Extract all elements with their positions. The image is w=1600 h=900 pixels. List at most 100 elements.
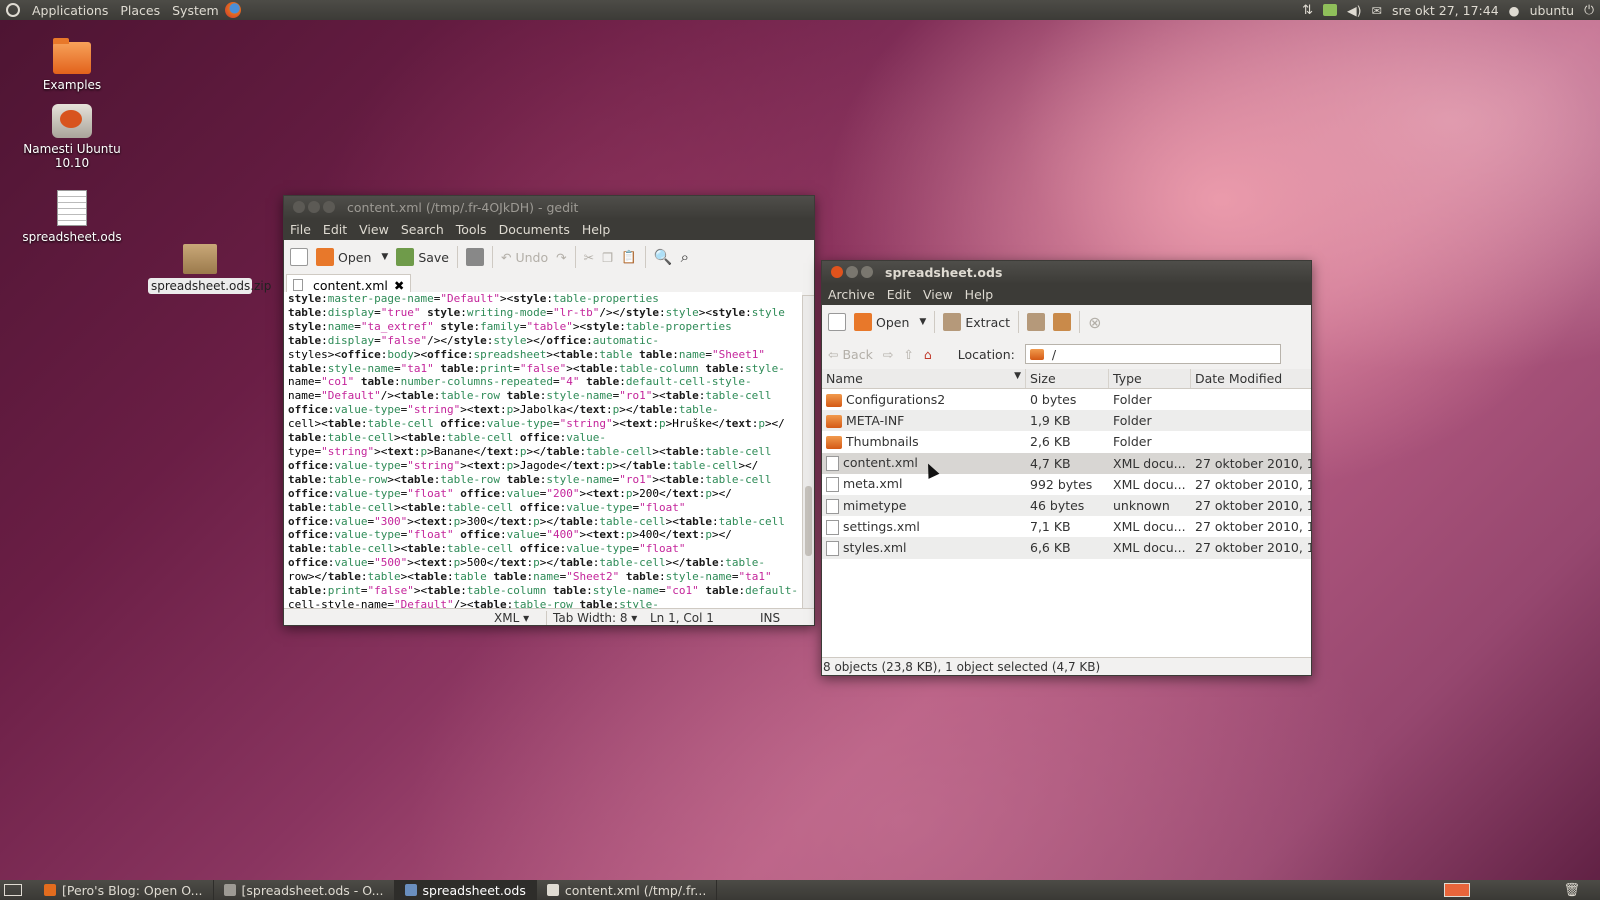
add-folder-icon[interactable] — [1053, 313, 1072, 331]
folder-icon — [53, 38, 91, 74]
menu-help[interactable]: Help — [959, 287, 1000, 302]
column-date[interactable]: Date Modified — [1191, 369, 1311, 388]
file-row[interactable]: styles.xml 6,6 KB XML docu... 27 oktober 20… — [822, 537, 1311, 559]
editor-line: name="co1" table:number-columns-repeated… — [288, 375, 752, 389]
vertical-scrollbar[interactable] — [802, 296, 814, 608]
cut-icon[interactable]: ✂ — [584, 250, 594, 265]
file-row[interactable]: META-INF 1,9 KB Folder — [822, 410, 1311, 432]
scrollbar-thumb[interactable] — [805, 486, 812, 556]
forward-arrow-icon[interactable]: ⇨ — [883, 347, 893, 362]
column-size[interactable]: Size — [1026, 369, 1109, 388]
document-icon — [826, 477, 839, 493]
ubuntu-logo-icon[interactable] — [6, 3, 20, 17]
chevron-down-icon[interactable]: ▼ — [381, 252, 388, 262]
gedit-toolbar: Open ▼ Save ↶ Undo ↷ ✂ ❐ 📋 🔍 ⌕ — [284, 240, 814, 274]
menu-view[interactable]: View — [917, 287, 959, 302]
firefox-icon[interactable] — [224, 2, 241, 18]
desktop-icon-spreadsheet[interactable]: spreadsheet.ods — [17, 190, 127, 244]
new-document-icon[interactable] — [290, 248, 308, 266]
file-row[interactable]: content.xml 4,7 KB XML docu... 27 oktober 2… — [822, 452, 1311, 474]
maximize-icon[interactable] — [323, 201, 335, 213]
back-arrow-icon: ⇦ — [828, 346, 839, 362]
tab-width-selector[interactable]: Tab Width: 8 ▾ — [546, 610, 640, 625]
home-icon[interactable]: ⌂ — [924, 347, 932, 362]
minimize-icon[interactable] — [308, 201, 320, 213]
print-icon[interactable] — [466, 248, 484, 266]
replace-icon[interactable]: ⌕ — [681, 248, 689, 266]
gedit-titlebar[interactable]: content.xml (/tmp/.fr-4OJkDH) - gedit — [284, 196, 814, 218]
close-icon[interactable] — [293, 201, 305, 213]
network-icon[interactable]: ⇅ — [1302, 3, 1313, 18]
editor-area: style:master-page-name="Default"><style:… — [284, 292, 814, 608]
column-type[interactable]: Type — [1109, 369, 1191, 388]
text-editor[interactable]: style:master-page-name="Default"><style:… — [284, 292, 802, 608]
user-menu[interactable]: ubuntu — [1530, 3, 1575, 18]
volume-icon[interactable]: ◀) — [1347, 3, 1362, 18]
redo-icon[interactable]: ↷ — [556, 250, 566, 265]
extract-button[interactable]: Extract — [943, 313, 1010, 331]
close-tab-icon[interactable]: ✖ — [394, 278, 404, 293]
location-input[interactable]: / — [1024, 344, 1281, 364]
open-button[interactable]: Open ▼ — [854, 313, 926, 331]
file-row[interactable]: Configurations2 0 bytes Folder — [822, 389, 1311, 410]
open-button[interactable]: Open ▼ — [316, 248, 388, 266]
menu-edit[interactable]: Edit — [317, 222, 353, 237]
menu-view[interactable]: View — [353, 222, 395, 237]
up-arrow-icon[interactable]: ⇧ — [903, 347, 913, 362]
chevron-down-icon[interactable]: ▼ — [919, 317, 926, 327]
save-button[interactable]: Save — [396, 248, 449, 266]
menu-applications[interactable]: Applications — [26, 3, 114, 18]
stop-icon[interactable]: ⊗ — [1088, 313, 1101, 332]
workspace-switcher[interactable] — [1444, 883, 1470, 897]
firefox-icon — [44, 884, 56, 896]
search-icon[interactable]: 🔍 — [654, 248, 673, 266]
file-row[interactable]: Thumbnails 2,6 KB Folder — [822, 431, 1311, 452]
power-icon[interactable]: ⏻ — [1584, 2, 1594, 18]
minimize-icon[interactable] — [846, 266, 858, 278]
user-icon: ● — [1508, 2, 1520, 18]
gedit-statusbar: XML ▾ Tab Width: 8 ▾ Ln 1, Col 1 INS — [284, 608, 814, 626]
file-row[interactable]: settings.xml 7,1 KB XML docu... 27 oktober … — [822, 516, 1311, 537]
desktop-icon-zip[interactable]: spreadsheet.ods.zip — [148, 244, 271, 294]
desktop-icon-examples[interactable]: Examples — [17, 38, 127, 92]
menu-search[interactable]: Search — [395, 222, 450, 237]
menu-documents[interactable]: Documents — [493, 222, 576, 237]
desktop-icon-install[interactable]: Namesti Ubuntu 10.10 — [17, 104, 127, 170]
file-row[interactable]: meta.xml 992 bytes XML docu... 27 oktober 2… — [822, 474, 1311, 495]
task-firefox[interactable]: [Pero's Blog: Open O... — [34, 880, 214, 900]
add-files-icon[interactable] — [1027, 313, 1046, 331]
editor-line: table:style-name="ta1" table:print="fals… — [288, 361, 785, 375]
mail-icon[interactable]: ✉ — [1371, 3, 1381, 18]
show-desktop-icon[interactable] — [4, 884, 22, 896]
updates-icon[interactable] — [1322, 4, 1337, 16]
copy-icon[interactable]: ❐ — [602, 250, 613, 265]
task-gedit[interactable]: content.xml (/tmp/.fr... — [537, 880, 718, 900]
archive-toolbar: Open ▼ Extract ⊗ — [822, 305, 1311, 339]
trash-icon[interactable]: 🗑 — [1563, 883, 1580, 898]
maximize-icon[interactable] — [861, 266, 873, 278]
archive-titlebar[interactable]: spreadsheet.ods — [822, 261, 1311, 283]
close-icon[interactable] — [831, 266, 843, 278]
column-name[interactable]: Name ▼ — [822, 369, 1026, 388]
file-type-cell: Folder — [1113, 434, 1152, 450]
task-spreadsheet-office[interactable]: [spreadsheet.ods - O... — [214, 880, 395, 900]
menu-system[interactable]: System — [166, 3, 225, 18]
menu-file[interactable]: File — [284, 222, 317, 237]
language-selector[interactable]: XML ▾ — [494, 611, 546, 625]
menu-help[interactable]: Help — [576, 222, 617, 237]
menu-places[interactable]: Places — [114, 3, 166, 18]
file-size-cell: 6,6 KB — [1030, 540, 1071, 556]
new-archive-icon[interactable] — [828, 313, 846, 331]
back-button[interactable]: ⇦ Back — [828, 347, 873, 362]
menu-edit[interactable]: Edit — [881, 287, 917, 302]
clock[interactable]: sre okt 27, 17:44 — [1392, 3, 1499, 18]
paste-icon[interactable]: 📋 — [621, 249, 637, 265]
editor-line: table:display="false"/></style:style></o… — [288, 333, 659, 347]
menu-tools[interactable]: Tools — [450, 222, 493, 237]
task-archive-manager[interactable]: spreadsheet.ods — [394, 880, 537, 900]
undo-button[interactable]: ↶ Undo — [501, 250, 548, 265]
folder-open-icon — [854, 313, 872, 331]
file-size-cell: 1,9 KB — [1030, 413, 1071, 429]
file-row[interactable]: mimetype 46 bytes unknown 27 oktober 2010, … — [822, 494, 1311, 517]
menu-archive[interactable]: Archive — [822, 287, 881, 302]
